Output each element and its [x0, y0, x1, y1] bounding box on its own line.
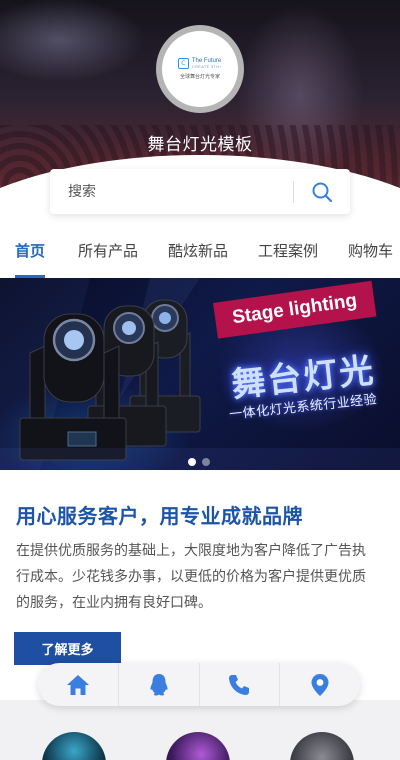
site-title: 舞台灯光模板: [147, 135, 253, 155]
qq-icon: [150, 673, 168, 695]
section-headline: 用心服务客户，用专业成就品牌: [16, 504, 303, 528]
phone-button[interactable]: [200, 663, 281, 706]
search-button[interactable]: [294, 169, 350, 214]
carousel-dot[interactable]: [202, 458, 210, 466]
learn-more-button[interactable]: 了解更多: [14, 632, 121, 665]
search-bar: [50, 169, 350, 214]
logo-mark-icon: C: [177, 58, 189, 69]
bottom-toolbar: [38, 663, 360, 706]
qq-button[interactable]: [119, 663, 200, 706]
logo-badge: C The Future CREATE 9TH+ 全球舞台灯光专家: [162, 31, 238, 107]
carousel-dot[interactable]: [188, 458, 196, 466]
search-input[interactable]: [50, 169, 293, 214]
home-icon: [66, 674, 89, 695]
logo-sub: CREATE 9TH+: [191, 64, 223, 70]
logo-mark-row: C The Future CREATE 9TH+: [177, 58, 222, 70]
location-icon: [311, 673, 329, 696]
phone-icon: [229, 674, 250, 695]
logo-tagline: 全球舞台灯光专家: [179, 74, 220, 81]
main-nav: 首页 所有产品 酷炫新品 工程案例 购物车: [0, 232, 400, 278]
site-logo[interactable]: C The Future CREATE 9TH+ 全球舞台灯光专家: [156, 25, 244, 113]
tab-new-products[interactable]: 酷炫新品: [168, 232, 228, 278]
logo-name: The Future: [191, 57, 222, 64]
tab-projects[interactable]: 工程案例: [258, 232, 318, 278]
home-button[interactable]: [38, 663, 119, 706]
tab-all-products[interactable]: 所有产品: [78, 232, 138, 278]
tab-cart[interactable]: 购物车: [348, 232, 393, 278]
location-button[interactable]: [280, 663, 360, 706]
logo-text: The Future CREATE 9TH+: [192, 58, 222, 70]
tab-home[interactable]: 首页: [15, 232, 46, 278]
section-description: 在提供优质服务的基础上，大限度地为客户降低了广告执行成本。少花钱多办事，以更低的…: [16, 543, 366, 611]
search-icon: [312, 182, 333, 202]
carousel-dots: [188, 458, 210, 466]
